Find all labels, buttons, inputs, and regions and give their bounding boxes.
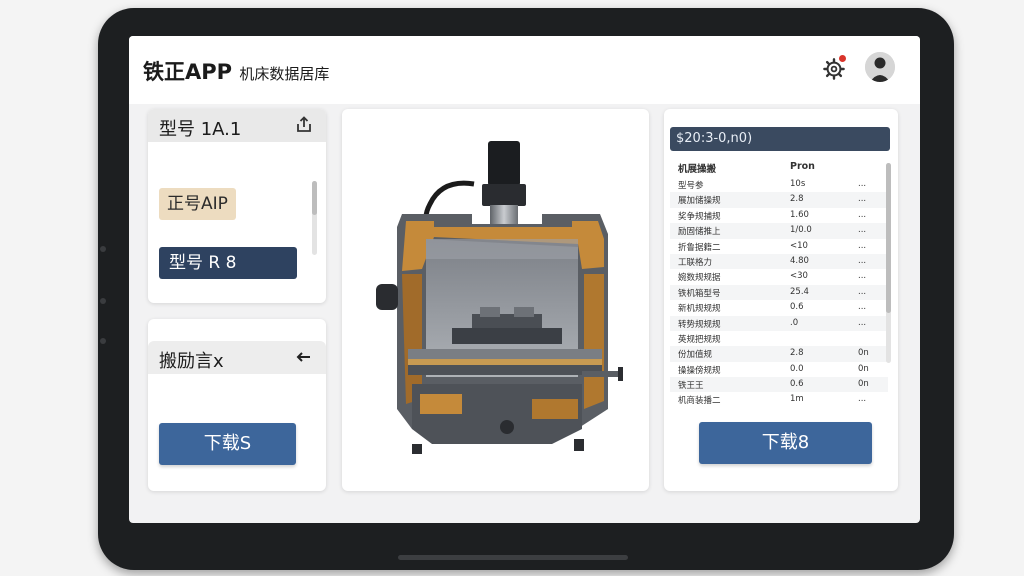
info-card-header: 搬励言x: [148, 341, 326, 374]
table-cell: 4.80: [790, 255, 809, 266]
table-cell: 励固储推上: [678, 227, 721, 238]
table-header-row: 机展操搬 Pron: [670, 159, 888, 177]
table-cell: 折鲁据籍二: [678, 242, 721, 253]
notification-dot: [839, 55, 846, 62]
app-title: 铁正APP 机床数据居库: [143, 56, 329, 86]
table-cell: 25.4: [790, 286, 809, 297]
table-cell: ...: [858, 286, 867, 297]
table-cell: 工联格力: [678, 257, 713, 268]
info-card-title: 搬励言x: [159, 351, 224, 372]
model-card-title: 型号 1A.1: [159, 119, 242, 140]
chip-model-r8[interactable]: 型号 R 8: [159, 247, 297, 279]
data-table: 机展操搬 Pron 型号参 10s... 展加储操规 2.8... 奖争规捕规 1.6…: [670, 159, 888, 408]
data-table-card: $20:3-0,n0) 机展操搬 Pron 型号参 10s... 展加储操规 2.8…: [664, 109, 898, 491]
table-row[interactable]: 机商装播二 1m...: [670, 392, 888, 407]
table-cell: 英规把规规: [678, 334, 721, 345]
table-row[interactable]: 型号参 10s...: [670, 177, 888, 192]
scrollbar-thumb[interactable]: [312, 181, 317, 215]
table-scrollbar-thumb[interactable]: [886, 163, 891, 313]
top-bar: 铁正APP 机床数据居库: [129, 36, 920, 104]
side-button: [100, 298, 106, 304]
table-row[interactable]: 励固储推上 1/0.0...: [670, 223, 888, 239]
table-cell: ...: [858, 271, 867, 282]
table-row[interactable]: 工联格力 4.80...: [670, 253, 888, 270]
column-header: Pron: [790, 161, 815, 172]
back-arrow-icon[interactable]: [294, 347, 314, 367]
table-cell: <10: [790, 240, 808, 251]
table-cell: ...: [858, 317, 867, 328]
table-cell: 转势规规规: [678, 319, 721, 330]
table-cell: 0n: [858, 363, 869, 374]
table-cell: 0n: [858, 348, 869, 359]
table-cell: 1/0.0: [790, 225, 812, 236]
table-cell: 1.60: [790, 209, 809, 220]
model-card: 型号 1A.1 正号AIP 型号 R 8: [148, 109, 326, 303]
table-cell: 奖争规捕规: [678, 211, 721, 222]
info-card: 搬励言x 下载S: [148, 319, 326, 491]
table-cell: ...: [858, 209, 867, 220]
table-row[interactable]: 新机规规规 0.6...: [670, 300, 888, 315]
table-cell: ...: [858, 240, 867, 251]
table-row[interactable]: 转势规规规 .0...: [670, 315, 888, 331]
app-subtitle: 机床数据居库: [239, 65, 330, 83]
table-cell: .0: [790, 317, 799, 328]
table-cell: 机商装播二: [678, 396, 721, 407]
upload-icon[interactable]: [294, 115, 314, 135]
table-scrollbar[interactable]: [886, 163, 891, 363]
download-button-right[interactable]: 下载8: [699, 422, 872, 464]
table-cell: ...: [858, 255, 867, 266]
chip-model-ap[interactable]: 正号AIP: [159, 188, 236, 220]
table-cell: ...: [858, 394, 867, 405]
avatar[interactable]: [865, 52, 895, 82]
side-button: [100, 338, 106, 344]
table-cell: 0n: [858, 379, 869, 390]
table-cell: 展加储操规: [678, 196, 721, 207]
table-cell: ...: [858, 225, 867, 236]
table-row[interactable]: 英规把规规: [670, 331, 888, 346]
table-cell: 2.8: [790, 194, 804, 205]
table-row[interactable]: 份加值规 2.8 0n: [670, 346, 888, 362]
table-row[interactable]: 铁机箱型号 25.4...: [670, 284, 888, 301]
table-cell: 新机规规规: [678, 304, 721, 315]
table-cell: 2.8: [790, 348, 804, 359]
avatar-icon: [865, 52, 895, 82]
app-screen: 铁正APP 机床数据居库 型号 1A.1 正号AIP 型号 R 8 搬励言x 下…: [129, 36, 920, 523]
table-cell: 0.6: [790, 379, 804, 390]
table-row[interactable]: 铁王王 0.6 0n: [670, 377, 888, 393]
table-cell: 1m: [790, 394, 804, 405]
table-row[interactable]: 折鲁据籍二 <10...: [670, 239, 888, 254]
table-cell: 0.6: [790, 302, 804, 313]
data-table-header: $20:3-0,n0): [670, 127, 890, 151]
table-cell: 铁王王: [678, 381, 704, 392]
machine-image-card: [342, 109, 649, 491]
table-cell: ...: [858, 302, 867, 313]
table-cell: 操操傍规规: [678, 365, 721, 376]
table-cell: 铁机箱型号: [678, 288, 721, 299]
table-cell: <30: [790, 271, 808, 282]
model-card-header: 型号 1A.1: [148, 109, 326, 142]
table-cell: 10s: [790, 179, 806, 189]
side-button: [100, 246, 106, 252]
download-button-left[interactable]: 下载S: [159, 423, 296, 465]
table-cell: 型号参: [678, 181, 704, 191]
column-header: 机展操搬: [678, 164, 717, 175]
table-cell: 婉数规规据: [678, 273, 721, 284]
scrollbar[interactable]: [312, 181, 317, 255]
home-indicator: [398, 555, 628, 560]
app-name: 铁正APP: [143, 60, 233, 84]
table-row[interactable]: 奖争规捕规 1.60...: [670, 208, 888, 223]
table-cell: 份加值规: [678, 350, 713, 361]
table-row[interactable]: 展加储操规 2.8...: [670, 192, 888, 208]
table-row[interactable]: 婉数规规据 <30...: [670, 269, 888, 284]
table-row[interactable]: 操操傍规规 0.0 0n: [670, 362, 888, 377]
cnc-machine-illustration: [376, 141, 623, 454]
table-cell: 0.0: [790, 363, 804, 374]
table-cell: ...: [858, 179, 867, 189]
table-cell: ...: [858, 194, 867, 205]
